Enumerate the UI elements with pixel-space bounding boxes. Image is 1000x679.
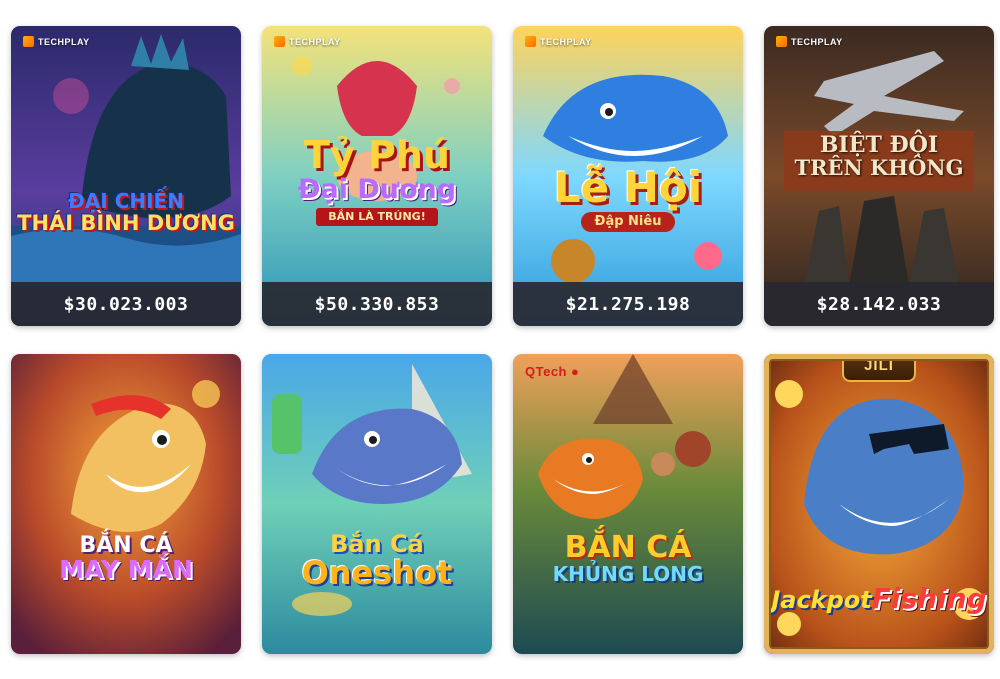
game-thumbnail [513, 354, 743, 654]
paw-icon: ● [571, 364, 580, 379]
game-card-ban-ca-oneshot[interactable]: Bắn Cá Oneshot [262, 354, 492, 654]
jackpot-value: $21.275.198 [565, 293, 691, 315]
game-title: JackpotFishing [771, 582, 987, 615]
game-card-le-hoi-dap-nieu[interactable]: TECHPLAY Lễ Hội Đập Niêu $21.275.198 [513, 26, 743, 326]
techplay-icon [23, 36, 34, 47]
game-thumbnail [11, 26, 241, 326]
techplay-icon [776, 36, 787, 47]
game-card-ban-ca-khung-long[interactable]: QTech ● BẮN CÁ KHỦNG LONG [513, 354, 743, 654]
game-grid: TECHPLAY ĐẠI CHIẾN THÁI BÌNH DƯƠNG $30.0… [0, 0, 1000, 679]
game-title: BẮN CÁ MAY MẮN [59, 533, 193, 585]
game-title: Tỷ Phú Đại Dương BẮN LÀ TRÚNG! [262, 135, 492, 226]
provider-logo: QTech ● [525, 364, 580, 379]
game-thumbnail [262, 354, 492, 654]
game-card-dai-chien-thai-binh-duong[interactable]: TECHPLAY ĐẠI CHIẾN THÁI BÌNH DƯƠNG $30.0… [11, 26, 241, 326]
jackpot-value: $30.023.003 [63, 293, 189, 315]
provider-logo: JILI [842, 354, 916, 382]
provider-logo: TECHPLAY [274, 36, 341, 47]
jackpot-value: $28.142.033 [816, 293, 942, 315]
game-title: ĐẠI CHIẾN THÁI BÌNH DƯƠNG [17, 189, 235, 235]
game-card-ban-ca-may-man[interactable]: BẮN CÁ MAY MẮN [11, 354, 241, 654]
techplay-icon [525, 36, 536, 47]
jackpot-value: $50.330.853 [314, 293, 440, 315]
game-title: Lễ Hội Đập Niêu [513, 165, 743, 232]
game-title: BẮN CÁ KHỦNG LONG [552, 530, 704, 586]
jackpot-bar: $21.275.198 [513, 282, 743, 326]
game-title: Bắn Cá Oneshot [301, 530, 453, 593]
jackpot-bar: $30.023.003 [11, 282, 241, 326]
provider-logo: TECHPLAY [23, 36, 90, 47]
game-card-biet-doi-tren-khong[interactable]: TECHPLAY BIỆT ĐỘI TRÊN KHÔNG $28.142.033 [764, 26, 994, 326]
game-card-ty-phu-dai-duong[interactable]: TECHPLAY Tỷ Phú Đại Dương BẮN LÀ TRÚNG! … [262, 26, 492, 326]
jackpot-bar: $28.142.033 [764, 282, 994, 326]
techplay-icon [274, 36, 285, 47]
game-card-jackpot-fishing[interactable]: JILI JackpotFishing [764, 354, 994, 654]
game-title: BIỆT ĐỘI TRÊN KHÔNG [794, 132, 964, 181]
provider-logo: TECHPLAY [776, 36, 843, 47]
provider-logo: TECHPLAY [525, 36, 592, 47]
game-thumbnail [11, 354, 241, 654]
jackpot-bar: $50.330.853 [262, 282, 492, 326]
